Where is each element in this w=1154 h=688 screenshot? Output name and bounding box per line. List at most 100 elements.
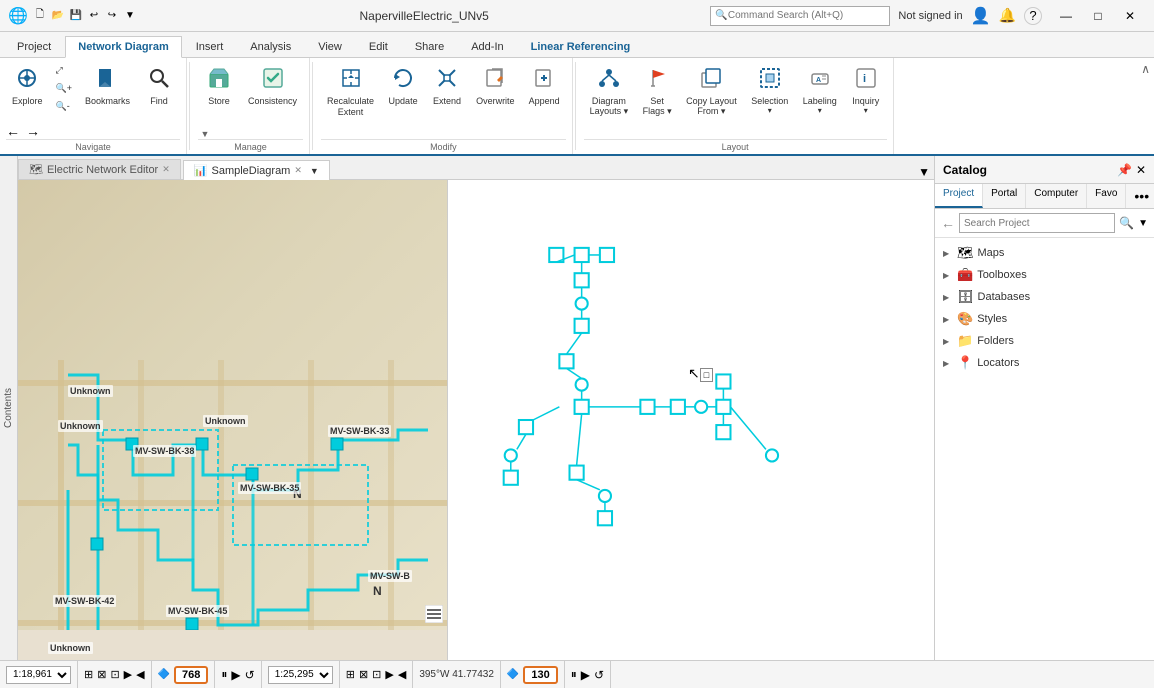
- manage-expand[interactable]: ▼: [198, 129, 212, 139]
- ribbon-collapse[interactable]: ∧: [1141, 62, 1150, 76]
- save-button[interactable]: 💾: [68, 8, 84, 24]
- diag-fit-icon[interactable]: ⊞: [346, 668, 355, 681]
- copy-layout-button[interactable]: Copy LayoutFrom ▾: [680, 62, 743, 121]
- find-button[interactable]: Find: [138, 62, 180, 110]
- layout-group-label: Layout: [584, 139, 887, 152]
- map-play-icon[interactable]: ▶: [231, 668, 240, 682]
- notification-icon[interactable]: 🔔: [999, 7, 1016, 24]
- ribbon-group-modify: RecalculateExtent Update: [315, 58, 573, 154]
- catalog-pin-icon[interactable]: 📌: [1117, 163, 1132, 177]
- map-fit-icon[interactable]: ⊞: [84, 668, 93, 681]
- nav-back[interactable]: ←: [6, 123, 20, 139]
- recalculate-extent-button[interactable]: RecalculateExtent: [321, 62, 380, 122]
- overwrite-button[interactable]: Overwrite: [470, 62, 521, 110]
- maximize-button[interactable]: □: [1082, 6, 1114, 26]
- user-icon[interactable]: 👤: [971, 6, 991, 26]
- selection-button[interactable]: Selection ▾: [745, 62, 795, 119]
- map-view[interactable]: N N Unknown Unknown Unknown MV-SW-BK-38 …: [18, 180, 448, 660]
- diagram-layouts-button[interactable]: DiagramLayouts ▾: [584, 62, 635, 121]
- map-refresh-icon[interactable]: ↺: [245, 668, 255, 682]
- diag-grid-icon[interactable]: ⊡: [372, 668, 381, 681]
- layout-buttons: DiagramLayouts ▾ SetFlags ▾: [584, 62, 887, 139]
- zoom-full-button[interactable]: ⤢: [51, 62, 77, 79]
- undo-button[interactable]: ↩: [86, 8, 102, 24]
- title-bar-left: 🌐 🗋 📂 💾 ↩ ↪ ▼: [8, 6, 138, 26]
- quick-access-more[interactable]: ▼: [122, 8, 138, 24]
- catalog-tree: ▶ 🗺 Maps ▶ 🧰 Toolboxes ▶ 🗄 Databases ▶ 🎨…: [935, 238, 1154, 660]
- new-button[interactable]: 🗋: [32, 8, 48, 24]
- map-pause-icon[interactable]: ⏸: [221, 667, 227, 682]
- explore-button[interactable]: Explore: [6, 62, 49, 110]
- tree-item-databases[interactable]: ▶ 🗄 Databases: [935, 286, 1154, 308]
- map-grid-icon[interactable]: ⊡: [110, 668, 119, 681]
- map-nav-icon[interactable]: ▶: [124, 668, 132, 681]
- catalog-search-input[interactable]: [959, 213, 1115, 233]
- tab-addin[interactable]: Add-In: [458, 36, 516, 57]
- tab-insert[interactable]: Insert: [183, 36, 237, 57]
- catalog-tab-favo[interactable]: Favo: [1087, 184, 1126, 208]
- tree-item-locators[interactable]: ▶ 📍 Locators: [935, 352, 1154, 374]
- catalog-tab-project[interactable]: Project: [935, 184, 983, 208]
- diagram-refresh-icon[interactable]: ↺: [594, 668, 604, 682]
- tab-sample-diagram[interactable]: 📊 SampleDiagram ✕ ▼: [183, 160, 330, 180]
- catalog-tab-more[interactable]: •••: [1126, 184, 1154, 208]
- inquiry-button[interactable]: i Inquiry ▾: [845, 62, 887, 119]
- tab-network-diagram[interactable]: Network Diagram: [65, 36, 181, 58]
- catalog-search-icon[interactable]: 🔍: [1119, 216, 1134, 230]
- redo-button[interactable]: ↪: [104, 8, 120, 24]
- labeling-button[interactable]: A Labeling ▾: [797, 62, 843, 119]
- diagram-pause-icon[interactable]: ⏸: [571, 667, 577, 682]
- tree-item-styles[interactable]: ▶ 🎨 Styles: [935, 308, 1154, 330]
- sample-diagram-close[interactable]: ✕: [294, 165, 302, 176]
- store-button[interactable]: Store: [198, 62, 240, 110]
- zoom-in-button[interactable]: 🔍+: [51, 80, 77, 97]
- set-flags-button[interactable]: SetFlags ▾: [636, 62, 678, 121]
- tab-electric-network-editor[interactable]: 🗺 Electric Network Editor ✕: [18, 159, 181, 179]
- diag-scale-icon[interactable]: ⊠: [359, 668, 368, 681]
- diagram-play-icon[interactable]: ▶: [581, 668, 590, 682]
- diag-split-icon[interactable]: ◀: [398, 668, 406, 681]
- map-scale-icon[interactable]: ⊠: [97, 668, 106, 681]
- command-search-input[interactable]: [728, 10, 886, 21]
- tab-linear-referencing[interactable]: Linear Referencing: [518, 36, 644, 57]
- nav-forward[interactable]: →: [26, 123, 40, 139]
- diag-nav-icon[interactable]: ▶: [385, 668, 393, 681]
- catalog-tab-portal[interactable]: Portal: [983, 184, 1026, 208]
- electric-network-close[interactable]: ✕: [162, 164, 170, 175]
- catalog-back-icon[interactable]: ←: [941, 215, 955, 231]
- map-split-icon[interactable]: ◀: [136, 668, 144, 681]
- app-title: NapervilleElectric_UNv5: [359, 9, 488, 23]
- tree-item-folders[interactable]: ▶ 📁 Folders: [935, 330, 1154, 352]
- tree-item-toolboxes[interactable]: ▶ 🧰 Toolboxes: [935, 264, 1154, 286]
- zoom-out-button[interactable]: 🔍-: [51, 98, 77, 115]
- tree-item-maps[interactable]: ▶ 🗺 Maps: [935, 242, 1154, 264]
- diagram-scale-select[interactable]: 1:25,295: [268, 666, 333, 684]
- catalog-close-icon[interactable]: ✕: [1136, 163, 1146, 177]
- tab-edit[interactable]: Edit: [356, 36, 401, 57]
- help-icon[interactable]: ?: [1024, 7, 1042, 25]
- command-search-box[interactable]: 🔍: [710, 6, 890, 26]
- panel-dropdown-arrow[interactable]: ▼: [310, 166, 319, 176]
- minimize-button[interactable]: —: [1050, 6, 1082, 26]
- contents-tab[interactable]: Contents: [0, 156, 18, 660]
- tab-project[interactable]: Project: [4, 36, 64, 57]
- catalog-header: Catalog 📌 ✕: [935, 156, 1154, 184]
- catalog-search-expand[interactable]: ▼: [1138, 218, 1148, 229]
- diagram-view[interactable]: ↖□: [448, 180, 934, 660]
- bookmarks-label: Bookmarks: [85, 96, 130, 106]
- map-scale-select[interactable]: 1:18,961: [6, 666, 71, 684]
- append-button[interactable]: Append: [523, 62, 566, 110]
- extend-button[interactable]: Extend: [426, 62, 468, 110]
- tab-share[interactable]: Share: [402, 36, 457, 57]
- close-button[interactable]: ✕: [1114, 6, 1146, 26]
- tab-view[interactable]: View: [305, 36, 355, 57]
- catalog-tab-computer[interactable]: Computer: [1026, 184, 1087, 208]
- panel-options-left[interactable]: ▼: [914, 165, 934, 179]
- tree-arrow-folders: ▶: [943, 337, 953, 346]
- map-options-button[interactable]: [425, 605, 443, 626]
- bookmarks-button[interactable]: Bookmarks: [79, 62, 136, 110]
- consistency-button[interactable]: Consistency: [242, 62, 303, 110]
- tab-analysis[interactable]: Analysis: [237, 36, 304, 57]
- open-button[interactable]: 📂: [50, 8, 66, 24]
- update-button[interactable]: Update: [382, 62, 424, 110]
